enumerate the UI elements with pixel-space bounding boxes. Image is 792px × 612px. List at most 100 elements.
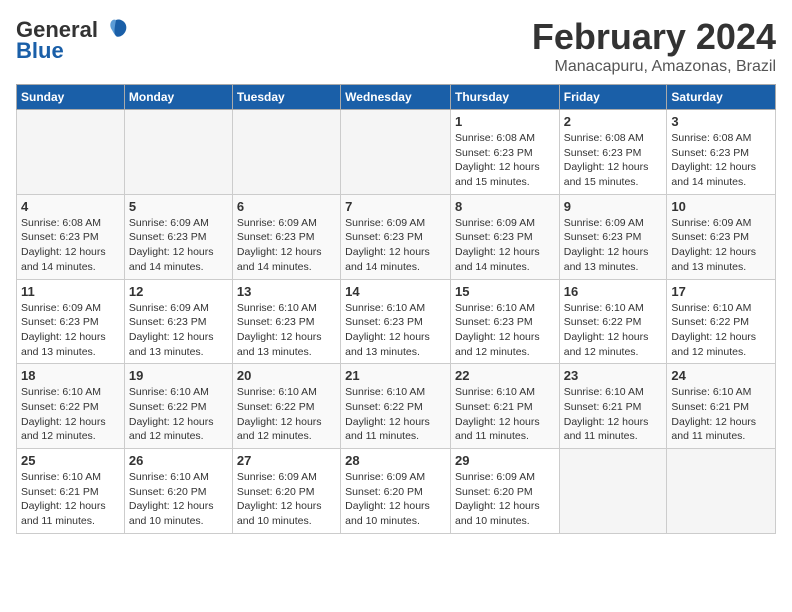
day-info: Sunrise: 6:10 AMSunset: 6:22 PMDaylight:… <box>129 385 228 444</box>
day-number: 29 <box>455 453 555 468</box>
calendar-day-cell: 21 Sunrise: 6:10 AMSunset: 6:22 PMDayligh… <box>341 364 451 449</box>
calendar-day-cell: 17 Sunrise: 6:10 AMSunset: 6:22 PMDayligh… <box>667 279 776 364</box>
day-of-week-header: Wednesday <box>341 85 451 110</box>
day-info: Sunrise: 6:09 AMSunset: 6:20 PMDaylight:… <box>455 470 555 529</box>
page-header: General Blue February 2024 Manacapuru, A… <box>16 16 776 76</box>
calendar-day-cell: 3 Sunrise: 6:08 AMSunset: 6:23 PMDaylight… <box>667 110 776 195</box>
calendar-table: SundayMondayTuesdayWednesdayThursdayFrid… <box>16 84 776 534</box>
day-info: Sunrise: 6:08 AMSunset: 6:23 PMDaylight:… <box>671 131 771 190</box>
calendar-day-cell: 4 Sunrise: 6:08 AMSunset: 6:23 PMDaylight… <box>17 194 125 279</box>
day-info: Sunrise: 6:09 AMSunset: 6:23 PMDaylight:… <box>21 301 120 360</box>
calendar-day-cell <box>559 449 667 534</box>
calendar-day-cell: 15 Sunrise: 6:10 AMSunset: 6:23 PMDayligh… <box>450 279 559 364</box>
calendar-day-cell: 8Sunrise: 6:09 AMSunset: 6:23 PMDaylight… <box>450 194 559 279</box>
day-info: Sunrise: 6:10 AMSunset: 6:22 PMDaylight:… <box>564 301 663 360</box>
day-number: 23 <box>564 368 663 383</box>
day-info: Sunrise: 6:10 AMSunset: 6:21 PMDaylight:… <box>455 385 555 444</box>
calendar-week-row: 4 Sunrise: 6:08 AMSunset: 6:23 PMDaylight… <box>17 194 776 279</box>
day-of-week-header: Friday <box>559 85 667 110</box>
day-number: 15 <box>455 284 555 299</box>
calendar-day-cell: 25 Sunrise: 6:10 AMSunset: 6:21 PMDayligh… <box>17 449 125 534</box>
calendar-day-cell: 28 Sunrise: 6:09 AMSunset: 6:20 PMDayligh… <box>341 449 451 534</box>
day-info: Sunrise: 6:09 AMSunset: 6:23 PMDaylight:… <box>129 301 228 360</box>
calendar-day-cell <box>341 110 451 195</box>
page-subtitle: Manacapuru, Amazonas, Brazil <box>532 58 776 76</box>
day-info: Sunrise: 6:10 AMSunset: 6:23 PMDaylight:… <box>455 301 555 360</box>
day-of-week-header: Saturday <box>667 85 776 110</box>
day-info: Sunrise: 6:10 AMSunset: 6:22 PMDaylight:… <box>237 385 336 444</box>
calendar-day-cell: 1 Sunrise: 6:08 AMSunset: 6:23 PMDaylight… <box>450 110 559 195</box>
day-number: 4 <box>21 199 120 214</box>
day-info: Sunrise: 6:10 AMSunset: 6:20 PMDaylight:… <box>129 470 228 529</box>
calendar-week-row: 11 Sunrise: 6:09 AMSunset: 6:23 PMDayligh… <box>17 279 776 364</box>
day-info: Sunrise: 6:10 AMSunset: 6:23 PMDaylight:… <box>237 301 336 360</box>
day-number: 5 <box>129 199 228 214</box>
calendar-day-cell: 2Sunrise: 6:08 AMSunset: 6:23 PMDaylight… <box>559 110 667 195</box>
day-info: Sunrise: 6:10 AMSunset: 6:21 PMDaylight:… <box>671 385 771 444</box>
day-number: 9 <box>564 199 663 214</box>
day-number: 28 <box>345 453 446 468</box>
day-info: Sunrise: 6:09 AMSunset: 6:23 PMDaylight:… <box>455 216 555 275</box>
calendar-day-cell: 5 Sunrise: 6:09 AMSunset: 6:23 PMDaylight… <box>124 194 232 279</box>
calendar-day-cell: 20 Sunrise: 6:10 AMSunset: 6:22 PMDayligh… <box>232 364 340 449</box>
day-number: 3 <box>671 114 771 129</box>
day-info: Sunrise: 6:09 AMSunset: 6:20 PMDaylight:… <box>345 470 446 529</box>
calendar-day-cell: 11 Sunrise: 6:09 AMSunset: 6:23 PMDayligh… <box>17 279 125 364</box>
day-number: 22 <box>455 368 555 383</box>
day-info: Sunrise: 6:08 AMSunset: 6:23 PMDaylight:… <box>21 216 120 275</box>
calendar-day-cell: 26 Sunrise: 6:10 AMSunset: 6:20 PMDayligh… <box>124 449 232 534</box>
day-number: 1 <box>455 114 555 129</box>
logo-blue-text: Blue <box>16 38 64 64</box>
calendar-day-cell <box>17 110 125 195</box>
day-number: 25 <box>21 453 120 468</box>
day-info: Sunrise: 6:09 AMSunset: 6:23 PMDaylight:… <box>129 216 228 275</box>
day-number: 20 <box>237 368 336 383</box>
day-number: 26 <box>129 453 228 468</box>
day-info: Sunrise: 6:09 AMSunset: 6:23 PMDaylight:… <box>671 216 771 275</box>
calendar-day-cell: 23 Sunrise: 6:10 AMSunset: 6:21 PMDayligh… <box>559 364 667 449</box>
day-of-week-header: Tuesday <box>232 85 340 110</box>
day-info: Sunrise: 6:10 AMSunset: 6:22 PMDaylight:… <box>345 385 446 444</box>
day-number: 6 <box>237 199 336 214</box>
calendar-day-cell: 19Sunrise: 6:10 AMSunset: 6:22 PMDayligh… <box>124 364 232 449</box>
day-number: 13 <box>237 284 336 299</box>
calendar-day-cell <box>667 449 776 534</box>
day-of-week-header: Monday <box>124 85 232 110</box>
page-title: February 2024 <box>532 16 776 58</box>
calendar-day-cell: 14Sunrise: 6:10 AMSunset: 6:23 PMDayligh… <box>341 279 451 364</box>
calendar-week-row: 1 Sunrise: 6:08 AMSunset: 6:23 PMDaylight… <box>17 110 776 195</box>
day-info: Sunrise: 6:09 AMSunset: 6:23 PMDaylight:… <box>345 216 446 275</box>
title-block: February 2024 Manacapuru, Amazonas, Braz… <box>532 16 776 76</box>
day-number: 27 <box>237 453 336 468</box>
day-number: 18 <box>21 368 120 383</box>
calendar-day-cell: 9 Sunrise: 6:09 AMSunset: 6:23 PMDaylight… <box>559 194 667 279</box>
day-number: 2 <box>564 114 663 129</box>
calendar-day-cell: 27Sunrise: 6:09 AMSunset: 6:20 PMDayligh… <box>232 449 340 534</box>
day-number: 16 <box>564 284 663 299</box>
day-info: Sunrise: 6:10 AMSunset: 6:21 PMDaylight:… <box>564 385 663 444</box>
day-number: 14 <box>345 284 446 299</box>
day-number: 24 <box>671 368 771 383</box>
day-info: Sunrise: 6:10 AMSunset: 6:21 PMDaylight:… <box>21 470 120 529</box>
day-of-week-header: Sunday <box>17 85 125 110</box>
calendar-day-cell <box>232 110 340 195</box>
logo-bird-icon <box>102 16 130 44</box>
calendar-day-cell: 22 Sunrise: 6:10 AMSunset: 6:21 PMDayligh… <box>450 364 559 449</box>
calendar-day-cell: 6 Sunrise: 6:09 AMSunset: 6:23 PMDaylight… <box>232 194 340 279</box>
calendar-day-cell: 10Sunrise: 6:09 AMSunset: 6:23 PMDayligh… <box>667 194 776 279</box>
calendar-day-cell: 13 Sunrise: 6:10 AMSunset: 6:23 PMDayligh… <box>232 279 340 364</box>
calendar-week-row: 18 Sunrise: 6:10 AMSunset: 6:22 PMDayligh… <box>17 364 776 449</box>
day-number: 21 <box>345 368 446 383</box>
day-info: Sunrise: 6:10 AMSunset: 6:22 PMDaylight:… <box>671 301 771 360</box>
day-info: Sunrise: 6:10 AMSunset: 6:22 PMDaylight:… <box>21 385 120 444</box>
day-info: Sunrise: 6:08 AMSunset: 6:23 PMDaylight:… <box>455 131 555 190</box>
day-of-week-header: Thursday <box>450 85 559 110</box>
calendar-day-cell: 29 Sunrise: 6:09 AMSunset: 6:20 PMDayligh… <box>450 449 559 534</box>
day-info: Sunrise: 6:09 AMSunset: 6:23 PMDaylight:… <box>237 216 336 275</box>
day-number: 11 <box>21 284 120 299</box>
calendar-week-row: 25 Sunrise: 6:10 AMSunset: 6:21 PMDayligh… <box>17 449 776 534</box>
calendar-day-cell: 7Sunrise: 6:09 AMSunset: 6:23 PMDaylight… <box>341 194 451 279</box>
calendar-header-row: SundayMondayTuesdayWednesdayThursdayFrid… <box>17 85 776 110</box>
day-info: Sunrise: 6:09 AMSunset: 6:23 PMDaylight:… <box>564 216 663 275</box>
day-number: 17 <box>671 284 771 299</box>
